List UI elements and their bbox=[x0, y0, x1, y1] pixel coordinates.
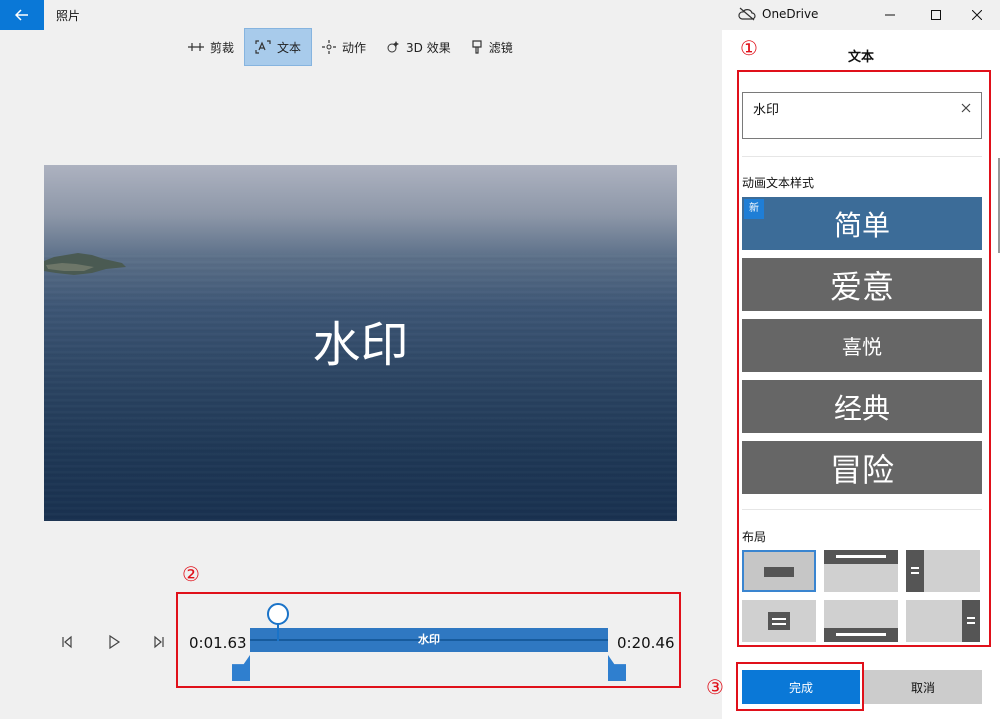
filter-icon bbox=[472, 40, 482, 54]
panel-title-bar: OneDrive bbox=[722, 0, 1000, 30]
minimize-icon bbox=[885, 14, 895, 16]
annotation-marker-2: ② bbox=[182, 562, 200, 586]
tool-motion[interactable]: 动作 bbox=[312, 28, 376, 66]
island-shape bbox=[44, 253, 126, 275]
title-bar: 照片 bbox=[0, 0, 722, 30]
text-icon bbox=[255, 40, 271, 54]
preview-overlay-text: 水印 bbox=[312, 317, 409, 373]
cancel-button[interactable]: 取消 bbox=[864, 670, 982, 704]
tool-trim[interactable]: 剪裁 bbox=[178, 28, 244, 66]
annotation-box-1 bbox=[737, 70, 991, 647]
tool-trim-label: 剪裁 bbox=[210, 40, 235, 55]
3d-effects-icon bbox=[387, 41, 400, 53]
trim-icon bbox=[188, 43, 204, 51]
video-preview[interactable]: 水印 bbox=[44, 165, 677, 521]
tool-filter[interactable]: 滤镜 bbox=[461, 28, 523, 66]
maximize-button[interactable] bbox=[913, 0, 959, 30]
motion-icon bbox=[322, 40, 337, 54]
app-title: 照片 bbox=[56, 9, 81, 23]
back-button[interactable] bbox=[0, 0, 44, 30]
tool-text[interactable]: 文本 bbox=[244, 28, 313, 66]
minimize-button[interactable] bbox=[867, 0, 913, 30]
onedrive-offline-icon[interactable] bbox=[738, 7, 756, 21]
onedrive-label: OneDrive bbox=[762, 7, 819, 21]
annotation-box-2 bbox=[176, 592, 681, 688]
maximize-icon bbox=[931, 10, 941, 20]
play-icon[interactable] bbox=[106, 634, 122, 650]
next-frame-icon[interactable] bbox=[151, 634, 167, 650]
back-arrow-icon bbox=[15, 9, 28, 21]
tool-3d-effects[interactable]: 3D 效果 bbox=[376, 28, 461, 66]
panel-title: 文本 bbox=[847, 50, 874, 65]
close-icon bbox=[972, 10, 982, 20]
annotation-marker-1: ① bbox=[740, 36, 758, 60]
annotation-marker-3: ③ bbox=[706, 675, 724, 699]
tool-3d-effects-label: 3D 效果 bbox=[406, 40, 451, 55]
previous-frame-icon[interactable] bbox=[59, 634, 75, 650]
tool-filter-label: 滤镜 bbox=[488, 40, 513, 55]
close-button[interactable] bbox=[954, 0, 1000, 30]
sea-texture bbox=[44, 255, 677, 521]
tool-motion-label: 动作 bbox=[342, 40, 367, 55]
annotation-box-3 bbox=[736, 662, 864, 711]
tool-text-label: 文本 bbox=[277, 40, 302, 55]
editor-toolbar: 剪裁 文本 动作 3D 效果 滤镜 bbox=[178, 28, 523, 66]
